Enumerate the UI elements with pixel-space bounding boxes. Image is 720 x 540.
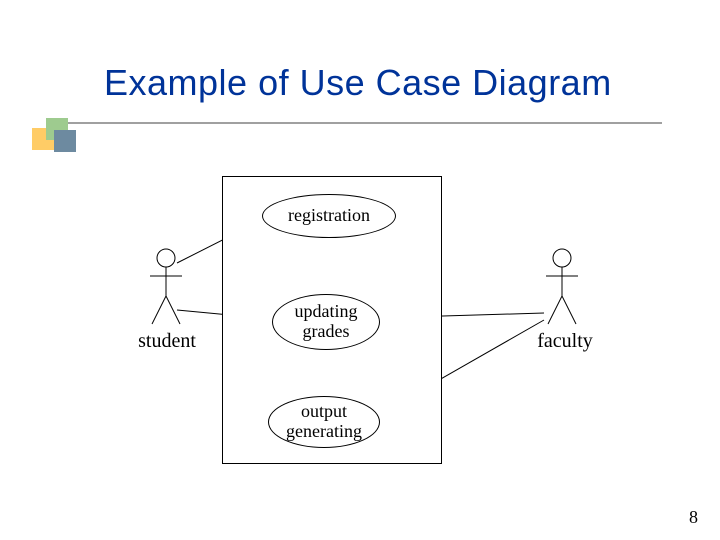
actor-student-icon [148,248,184,328]
slide: Example of Use Case Diagram registration… [0,0,720,540]
page-number: 8 [689,507,698,528]
usecase-registration: registration [262,194,396,238]
slide-title: Example of Use Case Diagram [104,62,612,104]
actor-faculty-icon [544,248,580,328]
usecase-label: output generating [286,402,362,442]
usecase-label: updating grades [295,302,358,342]
usecase-output-generating: output generating [268,396,380,448]
title-bullet-decor [54,130,76,152]
actor-student-label: student [132,330,202,353]
title-underline [62,122,662,124]
actor-faculty-label: faculty [530,330,600,353]
usecase-updating-grades: updating grades [272,294,380,350]
usecase-label: registration [288,206,370,226]
